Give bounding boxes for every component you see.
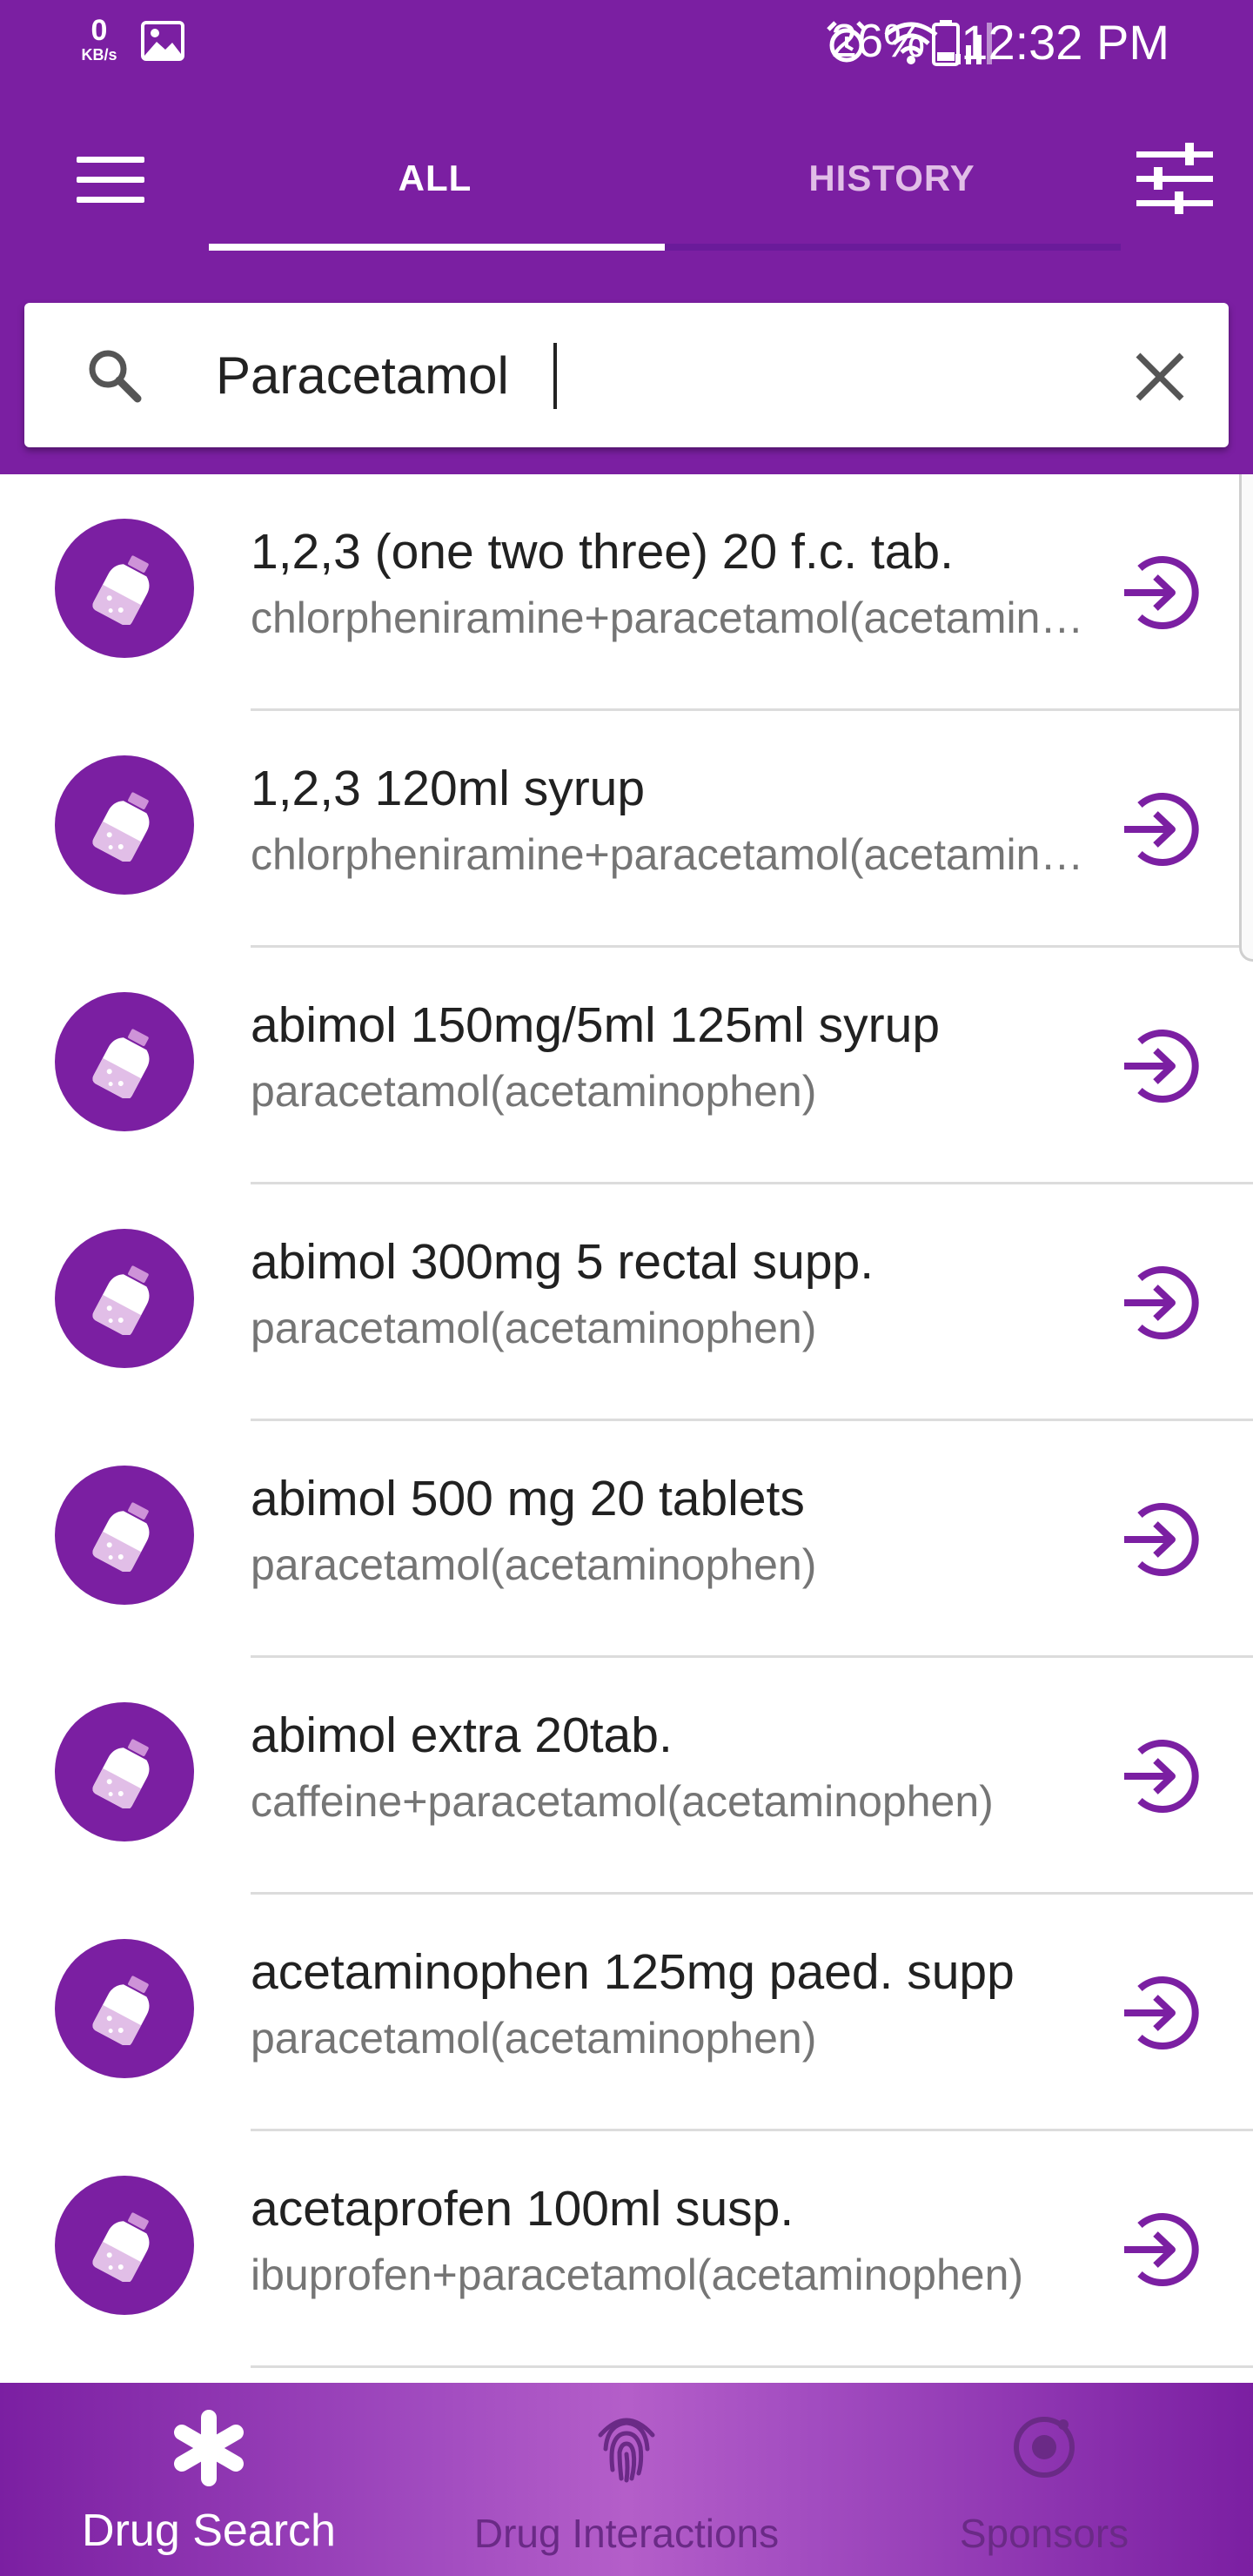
search-bar [24,303,1229,447]
drug-avatar [55,2176,194,2315]
medicine-bottle-icon [92,792,150,862]
open-item-button[interactable] [1114,1259,1201,1346]
drug-name: acetaprofen 100ml susp. [251,2181,794,2237]
asterisk-icon [174,2410,244,2486]
list-item[interactable]: abimol 150mg/5ml 125ml syrup paracetamol… [0,948,1253,1184]
medicine-bottle-icon [92,1029,150,1098]
drug-avatar [55,1466,194,1605]
tab-indicator-active [209,244,665,251]
drug-avatar [55,1939,194,2078]
status-bar: 0 KB/s 26% 12:32 PM [0,0,1253,84]
drug-avatar [55,992,194,1131]
close-icon [1136,352,1184,401]
drug-name: acetaminophen 125mg paed. supp [251,1944,1015,2000]
results-list: 1,2,3 (one two three) 20 f.c. tab. chlor… [0,474,1253,2368]
drug-ingredients: paracetamol(acetaminophen) [251,2014,817,2063]
nav-drug-interactions-label: Drug Interactions [473,2511,780,2556]
search-icon [89,350,142,403]
tab-history[interactable]: HISTORY [666,131,1118,252]
arrow-right-circle-icon [1124,1740,1199,1813]
drug-avatar [55,1229,194,1368]
app-bar: 0 KB/s 26% 12:32 PM ALL HISTORY Paraceta… [0,0,1253,474]
target-icon [1014,2417,1075,2478]
network-speed-value: 0 [90,14,108,47]
network-speed-unit: KB/s [81,46,117,64]
medicine-bottle-icon [92,1739,150,1808]
text-cursor [553,343,557,409]
list-item[interactable]: abimol 500 mg 20 tablets paracetamol(ace… [0,1421,1253,1658]
list-item[interactable]: 1,2,3 120ml syrup chlorpheniramine+parac… [0,711,1253,948]
arrow-right-circle-icon [1124,793,1199,866]
row-divider [251,2365,1253,2368]
arrow-right-circle-icon [1124,1266,1199,1339]
nav-sponsors-label: Sponsors [959,2511,1129,2556]
menu-line [77,157,144,163]
nav-sponsors[interactable]: Sponsors [870,2383,1218,2576]
drug-name: abimol 500 mg 20 tablets [251,1471,805,1526]
nav-drug-interactions[interactable]: Drug Interactions [435,2383,818,2576]
medicine-bottle-icon [92,1976,150,2045]
drug-ingredients: paracetamol(acetaminophen) [251,1540,817,1589]
medicine-bottle-icon [92,1502,150,1572]
drug-avatar [55,519,194,658]
open-item-button[interactable] [1114,786,1201,873]
drug-name: abimol 150mg/5ml 125ml syrup [251,997,941,1053]
tab-indicator-track [665,244,1121,251]
arrow-right-circle-icon [1124,1503,1199,1576]
open-item-button[interactable] [1114,1023,1201,1110]
list-item[interactable]: 1,2,3 (one two three) 20 f.c. tab. chlor… [0,474,1253,711]
nav-drug-search-label: Drug Search [82,2506,336,2556]
list-item[interactable]: acetaprofen 100ml susp. ibuprofen+parace… [0,2131,1253,2368]
drug-ingredients: paracetamol(acetaminophen) [251,1304,817,1352]
drug-name: 1,2,3 120ml syrup [251,761,646,816]
drug-ingredients: caffeine+paracetamol(acetaminophen) [251,1777,994,1826]
medicine-bottle-icon [92,555,150,625]
clear-search-button[interactable] [1129,346,1190,407]
list-item[interactable]: abimol 300mg 5 rectal supp. paracetamol(… [0,1184,1253,1421]
drug-avatar [55,755,194,895]
bottom-navigation: Drug Search Drug Interactions Sponsors [0,2383,1253,2576]
nav-drug-search[interactable]: Drug Search [26,2383,392,2576]
arrow-right-circle-icon [1124,2213,1199,2286]
gallery-notification-icon [141,21,184,61]
list-item[interactable]: acetaminophen 125mg paed. supp paracetam… [0,1895,1253,2131]
tab-all[interactable]: ALL [209,131,661,252]
open-item-button[interactable] [1114,549,1201,636]
arrow-right-circle-icon [1124,556,1199,629]
arrow-right-circle-icon [1124,1030,1199,1103]
drug-name: abimol extra 20tab. [251,1707,673,1763]
menu-line [77,177,144,183]
filter-button[interactable] [1131,131,1218,226]
clock: 12:32 PM [961,15,1169,70]
arrow-right-circle-icon [1124,1976,1199,2049]
open-item-button[interactable] [1114,2206,1201,2293]
open-item-button[interactable] [1114,1733,1201,1820]
sliders-icon [1136,143,1213,214]
drug-ingredients: chlorpheniramine+paracetamol(acetaminoph… [251,594,1088,642]
battery-icon [932,20,960,66]
medicine-bottle-icon [92,1265,150,1335]
battery-percent: 26% [831,15,926,67]
search-input[interactable] [216,329,1086,421]
open-item-button[interactable] [1114,1496,1201,1583]
fingerprint-icon [598,2418,655,2483]
menu-line [77,197,144,203]
drug-ingredients: chlorpheniramine+paracetamol(acetaminoph… [251,830,1088,879]
drug-name: 1,2,3 (one two three) 20 f.c. tab. [251,524,954,580]
drug-ingredients: paracetamol(acetaminophen) [251,1067,817,1116]
list-item[interactable]: abimol extra 20tab. caffeine+paracetamol… [0,1658,1253,1895]
menu-button[interactable] [77,157,144,205]
open-item-button[interactable] [1114,1969,1201,2056]
network-speed-indicator: 0 KB/s [73,16,125,63]
drug-ingredients: ibuprofen+paracetamol(acetaminophen) [251,2251,1024,2299]
scroll-edge-indicator [1239,474,1253,962]
drug-name: abimol 300mg 5 rectal supp. [251,1234,874,1290]
medicine-bottle-icon [92,2212,150,2282]
drug-avatar [55,1702,194,1841]
